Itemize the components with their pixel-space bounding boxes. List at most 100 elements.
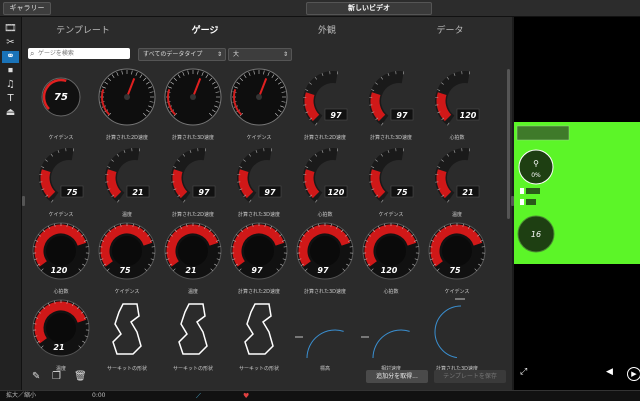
- gauge-tile[interactable]: ケイデンス: [226, 67, 292, 141]
- gauge-label: ケイデンス: [226, 134, 292, 141]
- gauge-tile[interactable]: 120心拍数: [28, 221, 94, 295]
- gauge-value: 97: [198, 188, 210, 197]
- left-toolbar: 🎞 ✂ ⚭ ⏹ ♫ T ⏏: [0, 17, 22, 390]
- gauge-graphic: [229, 67, 289, 129]
- get-addons-button[interactable]: 追加分を取得...: [366, 370, 428, 383]
- gauge-tile[interactable]: 計算された3D速度: [424, 298, 490, 372]
- gauge-label: 計算された2D速度: [160, 211, 226, 218]
- gauge-graphic: [97, 67, 157, 129]
- gauge-tile[interactable]: サーキットの形状: [160, 298, 226, 372]
- gauge-label: 計算された3D速度: [292, 288, 358, 295]
- data-type-select[interactable]: すべてのデータタイプ ⇕: [138, 48, 226, 61]
- gauge-value: 21: [132, 188, 143, 197]
- step-back-icon[interactable]: ◀: [606, 367, 613, 377]
- gauge-tile[interactable]: 97 計算された3D速度: [358, 67, 424, 141]
- gauge-tile[interactable]: サーキットの形状: [226, 298, 292, 372]
- gauge-tile[interactable]: 計算された2D速度: [94, 67, 160, 141]
- export-icon[interactable]: ⏏: [2, 107, 19, 119]
- gauge-tile[interactable]: 97 計算された2D速度: [160, 144, 226, 218]
- film-icon[interactable]: 🎞: [2, 23, 19, 35]
- timeline: 拡大／縮小 0:00 ⟋ ♥: [0, 390, 640, 401]
- gauge-graphic: 97: [295, 67, 355, 129]
- gauge-value: 21: [185, 266, 196, 275]
- gauge-value: 97: [396, 111, 408, 120]
- gauge-tile[interactable]: 相対速度: [358, 298, 424, 372]
- tab-data[interactable]: データ: [388, 17, 512, 45]
- gauge-label: ケイデンス: [28, 211, 94, 218]
- gauge-graphic: 97: [361, 67, 421, 129]
- scissors-icon[interactable]: ✂: [2, 37, 19, 49]
- pen-icon[interactable]: ✎: [32, 371, 40, 382]
- music-icon[interactable]: ♫: [2, 79, 19, 91]
- gauge-tile[interactable]: 120心拍数: [358, 221, 424, 295]
- gauge-graphic: [163, 67, 223, 129]
- search-icon: ⌕: [30, 48, 34, 59]
- save-template-button[interactable]: テンプレートを保存: [434, 370, 506, 383]
- top-bar: ギャラリー 新しいビデオ: [0, 0, 640, 17]
- gauge-link-icon[interactable]: ⚭: [2, 51, 19, 63]
- gauge-label: ケイデンス: [28, 134, 94, 141]
- text-icon[interactable]: T: [2, 93, 19, 105]
- data-type-value: すべてのデータタイプ: [143, 49, 202, 60]
- gauge-label: ケイデンス: [424, 288, 490, 295]
- gauge-grid: 75ケイデンス計算された2D速度計算された3D速度ケイデンス97計算された2D速…: [28, 67, 502, 367]
- gauge-tile[interactable]: 21温度: [424, 144, 490, 218]
- size-value: 大: [233, 49, 239, 60]
- gauge-tile[interactable]: 21温度: [28, 298, 94, 372]
- gauge-value: 97: [317, 266, 329, 275]
- gauge-graphic: 21: [31, 298, 91, 360]
- gauge-label: 計算された3D速度: [358, 134, 424, 141]
- tab-gauges[interactable]: ゲージ: [144, 17, 266, 45]
- gauge-tile[interactable]: 21温度: [94, 144, 160, 218]
- gauge-panel: テンプレート ゲージ 外観 データ ⌕ すべてのデータタイプ ⇕ 大 ⇕ 75ケ…: [22, 17, 512, 390]
- gauge-graphic: 97: [295, 221, 355, 283]
- gauge-graphic: 75: [97, 221, 157, 283]
- gauge-graphic: 97: [229, 144, 289, 206]
- search-input[interactable]: [38, 48, 126, 59]
- gauge-search[interactable]: ⌕: [28, 48, 130, 59]
- gauge-tile[interactable]: 75ケイデンス: [94, 221, 160, 295]
- clip-icon[interactable]: ⏹: [2, 65, 19, 77]
- gauge-label: 計算された2D速度: [226, 288, 292, 295]
- gauge-tile[interactable]: 75ケイデンス: [358, 144, 424, 218]
- gauge-graphic: 21: [427, 144, 487, 206]
- gauge-tile[interactable]: 計算された3D速度: [160, 67, 226, 141]
- overlay-percent: 0%: [531, 172, 541, 179]
- gallery-button[interactable]: ギャラリー: [3, 2, 51, 15]
- green-screen-overlay: ⚲ 0% 16: [514, 122, 640, 264]
- gauge-tile[interactable]: 120心拍数: [292, 144, 358, 218]
- panel-bottom-bar: ✎ ❐ 🗑 追加分を取得... テンプレートを保存: [22, 365, 512, 390]
- layers-icon[interactable]: ❐: [52, 371, 61, 382]
- trash-icon[interactable]: 🗑: [74, 371, 87, 382]
- size-select[interactable]: 大 ⇕: [228, 48, 292, 61]
- resize-handle-right[interactable]: [511, 196, 514, 206]
- gauge-value: 75: [449, 266, 461, 275]
- gauge-tile[interactable]: 21 温度: [160, 221, 226, 295]
- gauge-tile[interactable]: 97計算された3D速度: [226, 144, 292, 218]
- gauge-tile[interactable]: 97 計算された2D速度: [292, 67, 358, 141]
- gauge-label: 温度: [160, 288, 226, 295]
- tab-appearance[interactable]: 外観: [266, 17, 388, 45]
- gauge-tile[interactable]: 標高: [292, 298, 358, 372]
- play-button[interactable]: ▶: [627, 367, 640, 381]
- gauge-value: 120: [460, 111, 477, 120]
- gauge-tile[interactable]: 75 ケイデンス: [424, 221, 490, 295]
- overlay-gauges: ⚲ 0% 16: [514, 122, 640, 264]
- resize-handle-left[interactable]: [22, 196, 25, 206]
- fullscreen-icon[interactable]: ⤢: [520, 367, 527, 377]
- tab-templates[interactable]: テンプレート: [22, 17, 144, 45]
- gauge-value: 97: [264, 188, 276, 197]
- gauge-tile[interactable]: 97 計算された2D速度: [226, 221, 292, 295]
- gauge-value: 97: [251, 266, 263, 275]
- gauge-label: 計算された2D速度: [292, 134, 358, 141]
- gauge-tile[interactable]: 75ケイデンス: [28, 144, 94, 218]
- gauge-tile[interactable]: 120 心拍数: [424, 67, 490, 141]
- gauge-label: 心拍数: [424, 134, 490, 141]
- scrollbar[interactable]: [507, 69, 510, 219]
- project-title[interactable]: 新しいビデオ: [306, 2, 432, 15]
- gauge-value: 120: [328, 188, 345, 197]
- gauge-tile[interactable]: サーキットの形状: [94, 298, 160, 372]
- gauge-label: 計算された2D速度: [94, 134, 160, 141]
- gauge-tile[interactable]: 97 計算された3D速度: [292, 221, 358, 295]
- gauge-tile[interactable]: 75ケイデンス: [28, 67, 94, 141]
